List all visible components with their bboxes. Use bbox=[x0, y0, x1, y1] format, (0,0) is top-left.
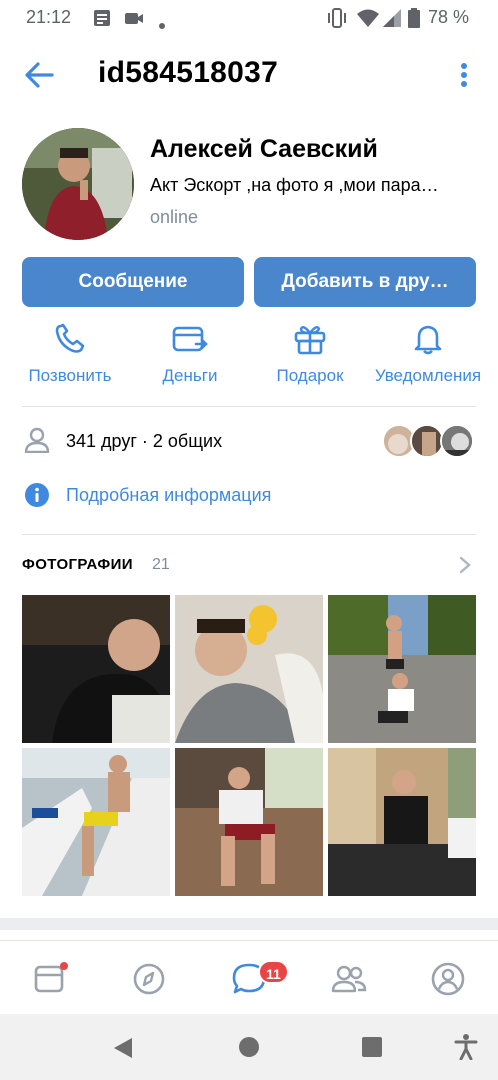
page-title: id584518037 bbox=[98, 56, 279, 89]
back-triangle-icon[interactable] bbox=[112, 1036, 134, 1065]
phone-icon bbox=[18, 322, 122, 356]
photos-count: 21 bbox=[152, 556, 170, 573]
money-icon bbox=[138, 322, 242, 356]
signal-icon bbox=[382, 8, 402, 33]
online-status: online bbox=[150, 207, 199, 227]
messages-badge: 11 bbox=[258, 960, 289, 984]
friends-icon[interactable] bbox=[331, 961, 367, 997]
notes-icon bbox=[92, 8, 112, 33]
notifications-label: Уведомления bbox=[374, 366, 482, 385]
section-gap bbox=[0, 918, 498, 930]
gift-label: Подарок bbox=[276, 366, 344, 385]
video-icon bbox=[124, 8, 144, 33]
status-time: 21:12 bbox=[26, 7, 72, 27]
bottom-tab-bar bbox=[0, 940, 498, 1014]
add-friend-button[interactable]: Добавить в дру… bbox=[254, 257, 476, 307]
profile-name: Алексей Саевский bbox=[150, 135, 378, 163]
photos-title[interactable]: ФОТОГРАФИИ bbox=[22, 556, 133, 573]
avatar[interactable] bbox=[22, 128, 134, 240]
bell-icon bbox=[366, 322, 490, 356]
profile-screen: 21:12 78 % id584518037 Алексей Саевский … bbox=[0, 0, 498, 1080]
explore-icon[interactable] bbox=[131, 961, 167, 997]
battery-icon bbox=[408, 8, 420, 33]
photo-thumbnail[interactable] bbox=[175, 748, 323, 896]
mutual-friend-avatar[interactable] bbox=[440, 424, 474, 458]
status-bar: 21:12 78 % bbox=[0, 0, 498, 36]
user-icon bbox=[24, 427, 50, 458]
divider bbox=[22, 534, 476, 535]
chevron-right-icon[interactable] bbox=[458, 556, 472, 579]
gift-icon bbox=[258, 322, 362, 356]
friends-count: 341 друг · 2 общих bbox=[66, 431, 223, 451]
photo-thumbnail[interactable] bbox=[328, 748, 476, 896]
info-icon bbox=[24, 482, 50, 513]
profile-icon[interactable] bbox=[430, 961, 466, 997]
gift-action[interactable]: Подарок bbox=[258, 322, 362, 392]
photo-thumbnail[interactable] bbox=[22, 748, 170, 896]
top-app-bar: id584518037 bbox=[0, 40, 498, 110]
divider bbox=[22, 406, 476, 407]
notifications-action[interactable]: Уведомления bbox=[366, 322, 490, 392]
photo-thumbnail[interactable] bbox=[328, 595, 476, 743]
photo-thumbnail[interactable] bbox=[22, 595, 170, 743]
call-action[interactable]: Позвонить bbox=[18, 322, 122, 392]
money-label: Деньги bbox=[162, 366, 218, 385]
details-row[interactable]: Подробная информация bbox=[22, 475, 476, 515]
vibrate-icon bbox=[326, 8, 348, 33]
arrow-left-icon[interactable] bbox=[22, 60, 56, 90]
money-action[interactable]: Деньги bbox=[138, 322, 242, 392]
system-nav-bar bbox=[0, 1014, 498, 1080]
profile-status: Акт Эскорт ,на фото я ,мои пара… bbox=[150, 175, 439, 195]
details-link: Подробная информация bbox=[66, 485, 272, 505]
photo-thumbnail[interactable] bbox=[175, 595, 323, 743]
more-vertical-icon[interactable] bbox=[456, 62, 472, 90]
accessibility-icon[interactable] bbox=[454, 1034, 478, 1065]
call-label: Позвонить bbox=[28, 366, 112, 385]
message-button[interactable]: Сообщение bbox=[22, 257, 244, 307]
feed-icon[interactable] bbox=[32, 961, 68, 997]
wifi-icon bbox=[356, 8, 380, 33]
recents-square-icon[interactable] bbox=[362, 1037, 382, 1062]
dot-icon bbox=[158, 14, 166, 35]
mutual-friend-avatar[interactable] bbox=[410, 424, 444, 458]
home-circle-icon[interactable] bbox=[238, 1036, 260, 1063]
battery-percent: 78 % bbox=[428, 7, 470, 27]
